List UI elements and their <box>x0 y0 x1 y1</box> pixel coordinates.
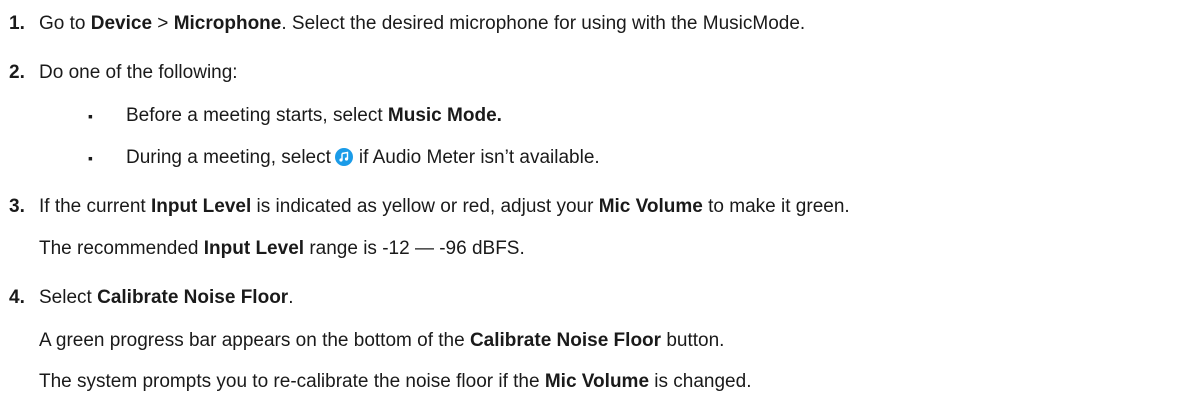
step-number: 1. <box>9 13 25 34</box>
text-run: if Audio Meter isn’t available. <box>358 147 600 168</box>
text-run: The recommended <box>39 238 204 259</box>
step-text: If the current Input Level is indicated … <box>39 195 850 219</box>
step-text: The recommended Input Level range is -12… <box>39 237 525 261</box>
text-run: If the current <box>39 196 151 217</box>
step-text: Go to Device > Microphone. Select the de… <box>39 12 805 36</box>
text-run: The system prompts you to re-calibrate t… <box>39 371 545 392</box>
step-text: Do one of the following: <box>39 62 238 83</box>
ui-term: Calibrate Noise Floor <box>469 330 662 351</box>
text-run: . Select the desired microphone for usin… <box>281 13 806 34</box>
bullet-text: During a meeting, select if Audio Meter i… <box>126 146 600 170</box>
ui-term: Music Mode. <box>387 105 502 126</box>
text-run: Select <box>39 287 98 308</box>
bullet-marker: ▪ <box>88 108 93 124</box>
instruction-document: 1. Go to Device > Microphone. Select the… <box>0 0 1201 412</box>
text-run: is changed. <box>649 371 752 392</box>
step-text: The system prompts you to re-calibrate t… <box>39 370 751 394</box>
step-number: 2. <box>9 62 25 83</box>
ui-term: Input Level <box>150 196 252 217</box>
ui-term: Device <box>90 13 153 34</box>
text-run: > <box>152 13 174 34</box>
text-run: . <box>288 287 294 308</box>
ui-term: Calibrate Noise Floor <box>97 287 289 308</box>
ui-term: Input Level <box>203 238 305 259</box>
text-run: is indicated as yellow or red, adjust yo… <box>251 196 599 217</box>
bullet-marker: ▪ <box>88 150 93 166</box>
bullet-text: Before a meeting starts, select Music Mo… <box>126 104 502 128</box>
step-text: A green progress bar appears on the bott… <box>39 329 724 353</box>
text-run: range is -12 — -96 dBFS. <box>304 238 525 259</box>
ui-term: Mic Volume <box>544 371 650 392</box>
music-note-icon <box>334 148 353 166</box>
text-run: Before a meeting starts, select <box>126 105 388 126</box>
text-run: button. <box>661 330 725 351</box>
step-number: 4. <box>9 287 25 308</box>
step-text: Select Calibrate Noise Floor. <box>39 286 293 310</box>
text-run: Go to <box>39 13 91 34</box>
text-run: During a meeting, select <box>126 147 331 168</box>
ui-term: Microphone <box>173 13 282 34</box>
text-run: A green progress bar appears on the bott… <box>39 330 470 351</box>
ui-term: Mic Volume <box>598 196 703 217</box>
text-run: to make it green. <box>702 196 850 217</box>
step-number: 3. <box>9 196 25 217</box>
